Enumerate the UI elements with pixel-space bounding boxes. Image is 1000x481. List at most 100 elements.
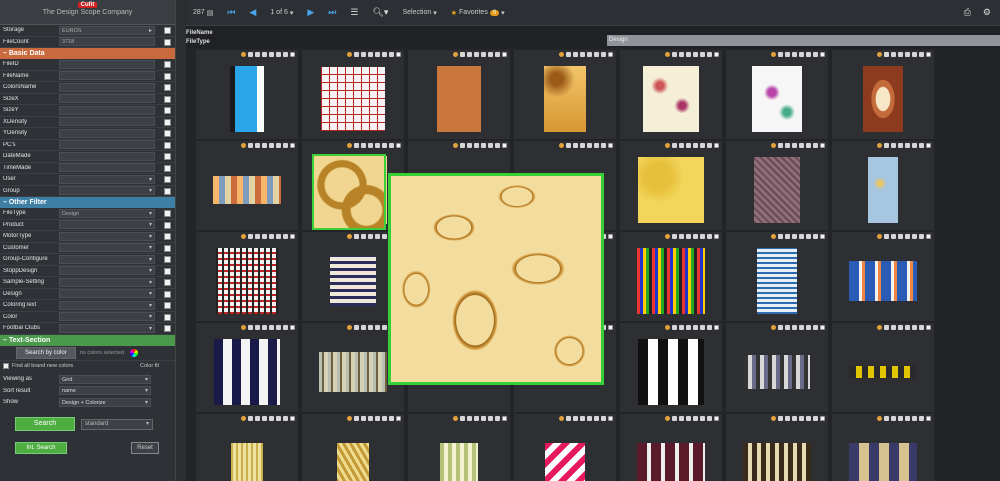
share-icon[interactable] bbox=[806, 324, 811, 330]
share-icon[interactable] bbox=[806, 142, 811, 148]
design-tile[interactable] bbox=[302, 414, 404, 481]
filter-row[interactable]: ColoringText ▾ bbox=[0, 300, 175, 312]
design-tile[interactable] bbox=[726, 232, 828, 321]
filter-checkbox[interactable] bbox=[164, 325, 171, 332]
copy-icon[interactable] bbox=[361, 51, 366, 57]
design-thumbnail[interactable] bbox=[337, 442, 369, 481]
select-checkbox[interactable] bbox=[396, 415, 401, 421]
copy-icon[interactable] bbox=[891, 51, 896, 57]
copy-icon[interactable] bbox=[679, 415, 684, 421]
document-icon[interactable] bbox=[884, 142, 889, 148]
section-basic-data[interactable]: – Basic Data bbox=[0, 48, 175, 59]
select-checkbox[interactable] bbox=[502, 51, 507, 57]
filter-field[interactable] bbox=[59, 94, 155, 104]
design-tile[interactable] bbox=[832, 414, 934, 481]
chevron-down-icon[interactable]: ▾ bbox=[149, 302, 152, 309]
design-tile[interactable] bbox=[726, 50, 828, 139]
select-checkbox[interactable] bbox=[396, 142, 401, 148]
chevron-down-icon[interactable]: ▾ bbox=[149, 279, 152, 286]
filter-row[interactable]: Group ▾ bbox=[0, 186, 175, 197]
select-checkbox[interactable] bbox=[714, 415, 719, 421]
brand-colors-checkbox[interactable] bbox=[3, 363, 9, 369]
palette-icon[interactable] bbox=[877, 142, 882, 148]
design-thumbnail[interactable] bbox=[754, 156, 800, 223]
selection-menu[interactable]: Selection ▾ bbox=[395, 0, 443, 26]
filter-field[interactable]: ▾ bbox=[59, 312, 155, 322]
design-thumbnail[interactable] bbox=[231, 442, 263, 481]
select-checkbox[interactable] bbox=[290, 415, 295, 421]
select-checkbox[interactable] bbox=[714, 51, 719, 57]
star-icon[interactable] bbox=[601, 142, 606, 148]
info-icon[interactable] bbox=[898, 51, 903, 57]
view-option-row[interactable]: Show Design + Colorize ▾ bbox=[0, 397, 175, 409]
share-icon[interactable] bbox=[488, 415, 493, 421]
copy-icon[interactable] bbox=[255, 233, 260, 239]
design-tile[interactable] bbox=[620, 50, 722, 139]
filter-row[interactable]: Sample-Setting ▾ bbox=[0, 277, 175, 289]
star-icon[interactable] bbox=[495, 142, 500, 148]
filter-field[interactable]: ▾ bbox=[59, 220, 155, 230]
filter-row[interactable]: PC's bbox=[0, 140, 175, 151]
star-icon[interactable] bbox=[919, 324, 924, 330]
select-checkbox[interactable] bbox=[820, 51, 825, 57]
filter-row[interactable]: FileName bbox=[0, 71, 175, 82]
palette-icon[interactable] bbox=[347, 324, 352, 330]
filecount-field[interactable]: 3718 bbox=[59, 37, 155, 47]
document-icon[interactable] bbox=[778, 142, 783, 148]
share-icon[interactable] bbox=[276, 324, 281, 330]
copy-icon[interactable] bbox=[891, 324, 896, 330]
next-page-button[interactable]: ▶ bbox=[300, 0, 321, 26]
filetype-filter-chip[interactable]: Design bbox=[607, 35, 1000, 46]
edit-icon[interactable] bbox=[693, 142, 698, 148]
info-icon[interactable] bbox=[686, 415, 691, 421]
copy-icon[interactable] bbox=[467, 415, 472, 421]
edit-icon[interactable] bbox=[905, 233, 910, 239]
filter-row[interactable]: YDensity bbox=[0, 128, 175, 140]
star-icon[interactable] bbox=[813, 51, 818, 57]
view-option-select[interactable]: name ▾ bbox=[59, 386, 151, 396]
edit-icon[interactable] bbox=[587, 142, 592, 148]
edit-icon[interactable] bbox=[799, 142, 804, 148]
copy-icon[interactable] bbox=[785, 142, 790, 148]
copy-icon[interactable] bbox=[891, 415, 896, 421]
share-icon[interactable] bbox=[276, 233, 281, 239]
copy-icon[interactable] bbox=[255, 51, 260, 57]
design-thumbnail[interactable] bbox=[863, 65, 903, 132]
filter-row[interactable]: Group-Configure ▾ bbox=[0, 254, 175, 266]
design-preview-popup[interactable] bbox=[388, 173, 604, 385]
info-icon[interactable] bbox=[686, 233, 691, 239]
filter-checkbox[interactable] bbox=[164, 95, 171, 103]
info-icon[interactable] bbox=[792, 233, 797, 239]
edit-icon[interactable] bbox=[375, 415, 380, 421]
copy-icon[interactable] bbox=[679, 142, 684, 148]
search-by-color-button[interactable]: Search by color bbox=[16, 346, 76, 359]
edit-icon[interactable] bbox=[375, 142, 380, 148]
info-icon[interactable] bbox=[474, 51, 479, 57]
info-icon[interactable] bbox=[474, 142, 479, 148]
design-thumbnail[interactable] bbox=[744, 354, 810, 389]
info-icon[interactable] bbox=[686, 142, 691, 148]
filter-checkbox[interactable] bbox=[164, 290, 171, 298]
last-page-button[interactable]: ⏭ bbox=[321, 0, 343, 26]
chevron-down-icon[interactable]: ▾ bbox=[149, 244, 152, 251]
select-checkbox[interactable] bbox=[820, 324, 825, 330]
filter-checkbox[interactable] bbox=[164, 130, 171, 137]
design-tile[interactable] bbox=[620, 323, 722, 412]
select-checkbox[interactable] bbox=[502, 142, 507, 148]
design-thumbnail[interactable] bbox=[437, 65, 481, 132]
chevron-down-icon[interactable]: ▾ bbox=[149, 313, 152, 320]
chevron-down-icon[interactable]: ▾ bbox=[149, 176, 152, 183]
design-tile[interactable] bbox=[726, 323, 828, 412]
select-checkbox[interactable] bbox=[290, 51, 295, 57]
select-checkbox[interactable] bbox=[714, 142, 719, 148]
edit-icon[interactable] bbox=[799, 233, 804, 239]
chevron-down-icon[interactable]: ▾ bbox=[149, 325, 152, 332]
filter-checkbox[interactable] bbox=[164, 279, 171, 286]
copy-icon[interactable] bbox=[891, 142, 896, 148]
copy-icon[interactable] bbox=[361, 142, 366, 148]
design-tile[interactable] bbox=[514, 50, 616, 139]
design-thumbnail[interactable] bbox=[637, 442, 705, 481]
edit-icon[interactable] bbox=[269, 415, 274, 421]
select-checkbox[interactable] bbox=[608, 415, 613, 421]
chevron-down-icon[interactable]: ▾ bbox=[149, 256, 152, 263]
